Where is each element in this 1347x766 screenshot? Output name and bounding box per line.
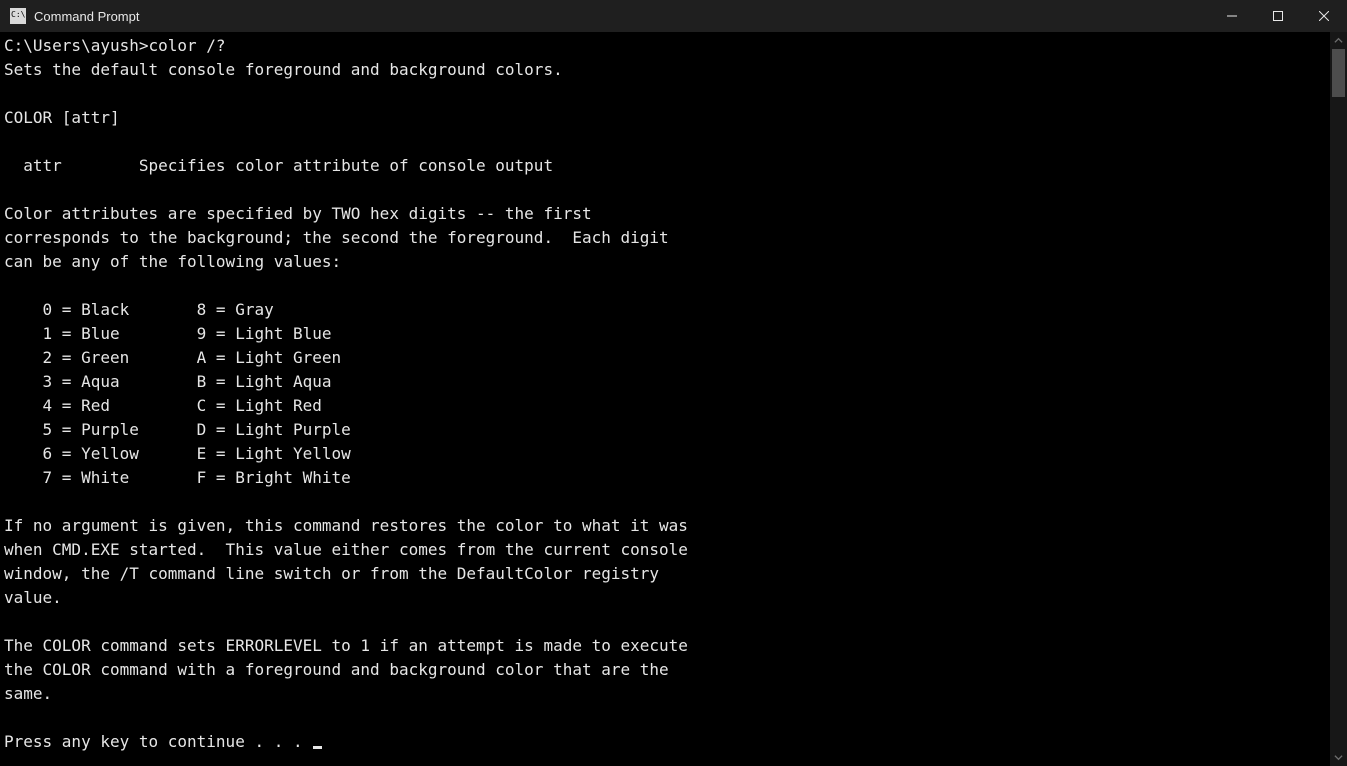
- output-line: C:\Users\ayush>color /?: [4, 36, 226, 55]
- output-line: 7 = White F = Bright White: [4, 468, 351, 487]
- output-line: 0 = Black 8 = Gray: [4, 300, 274, 319]
- output-line: Press any key to continue . . .: [4, 732, 312, 751]
- output-line: 5 = Purple D = Light Purple: [4, 420, 351, 439]
- console-area: C:\Users\ayush>color /? Sets the default…: [0, 32, 1347, 766]
- output-line: Color attributes are specified by TWO he…: [4, 204, 592, 223]
- output-line: Sets the default console foreground and …: [4, 60, 563, 79]
- output-line: 4 = Red C = Light Red: [4, 396, 322, 415]
- scroll-thumb[interactable]: [1332, 49, 1345, 97]
- output-line: corresponds to the background; the secon…: [4, 228, 669, 247]
- chevron-up-icon: [1334, 36, 1343, 45]
- output-line: 3 = Aqua B = Light Aqua: [4, 372, 332, 391]
- output-line: The COLOR command sets ERRORLEVEL to 1 i…: [4, 636, 688, 655]
- output-line: the COLOR command with a foreground and …: [4, 660, 669, 679]
- close-button[interactable]: [1301, 0, 1347, 32]
- output-line: If no argument is given, this command re…: [4, 516, 688, 535]
- scroll-up-button[interactable]: [1330, 32, 1347, 49]
- output-line: 1 = Blue 9 = Light Blue: [4, 324, 332, 343]
- scroll-track[interactable]: [1330, 49, 1347, 749]
- output-line: 6 = Yellow E = Light Yellow: [4, 444, 351, 463]
- minimize-icon: [1227, 11, 1237, 21]
- output-line: value.: [4, 588, 62, 607]
- close-icon: [1319, 11, 1329, 21]
- output-line: window, the /T command line switch or fr…: [4, 564, 659, 583]
- window-controls: [1209, 0, 1347, 32]
- maximize-button[interactable]: [1255, 0, 1301, 32]
- cmd-app-icon: [10, 8, 26, 24]
- titlebar[interactable]: Command Prompt: [0, 0, 1347, 32]
- command-prompt-window: Command Prompt C:\Users\ayush>color /? S…: [0, 0, 1347, 766]
- maximize-icon: [1273, 11, 1283, 21]
- text-cursor: [313, 746, 322, 749]
- console-output[interactable]: C:\Users\ayush>color /? Sets the default…: [0, 32, 1330, 766]
- minimize-button[interactable]: [1209, 0, 1255, 32]
- output-line: 2 = Green A = Light Green: [4, 348, 341, 367]
- output-line: when CMD.EXE started. This value either …: [4, 540, 688, 559]
- output-line: attr Specifies color attribute of consol…: [4, 156, 553, 175]
- scroll-down-button[interactable]: [1330, 749, 1347, 766]
- window-title: Command Prompt: [34, 9, 139, 24]
- vertical-scrollbar[interactable]: [1330, 32, 1347, 766]
- output-line: COLOR [attr]: [4, 108, 120, 127]
- output-line: same.: [4, 684, 52, 703]
- chevron-down-icon: [1334, 753, 1343, 762]
- output-line: can be any of the following values:: [4, 252, 341, 271]
